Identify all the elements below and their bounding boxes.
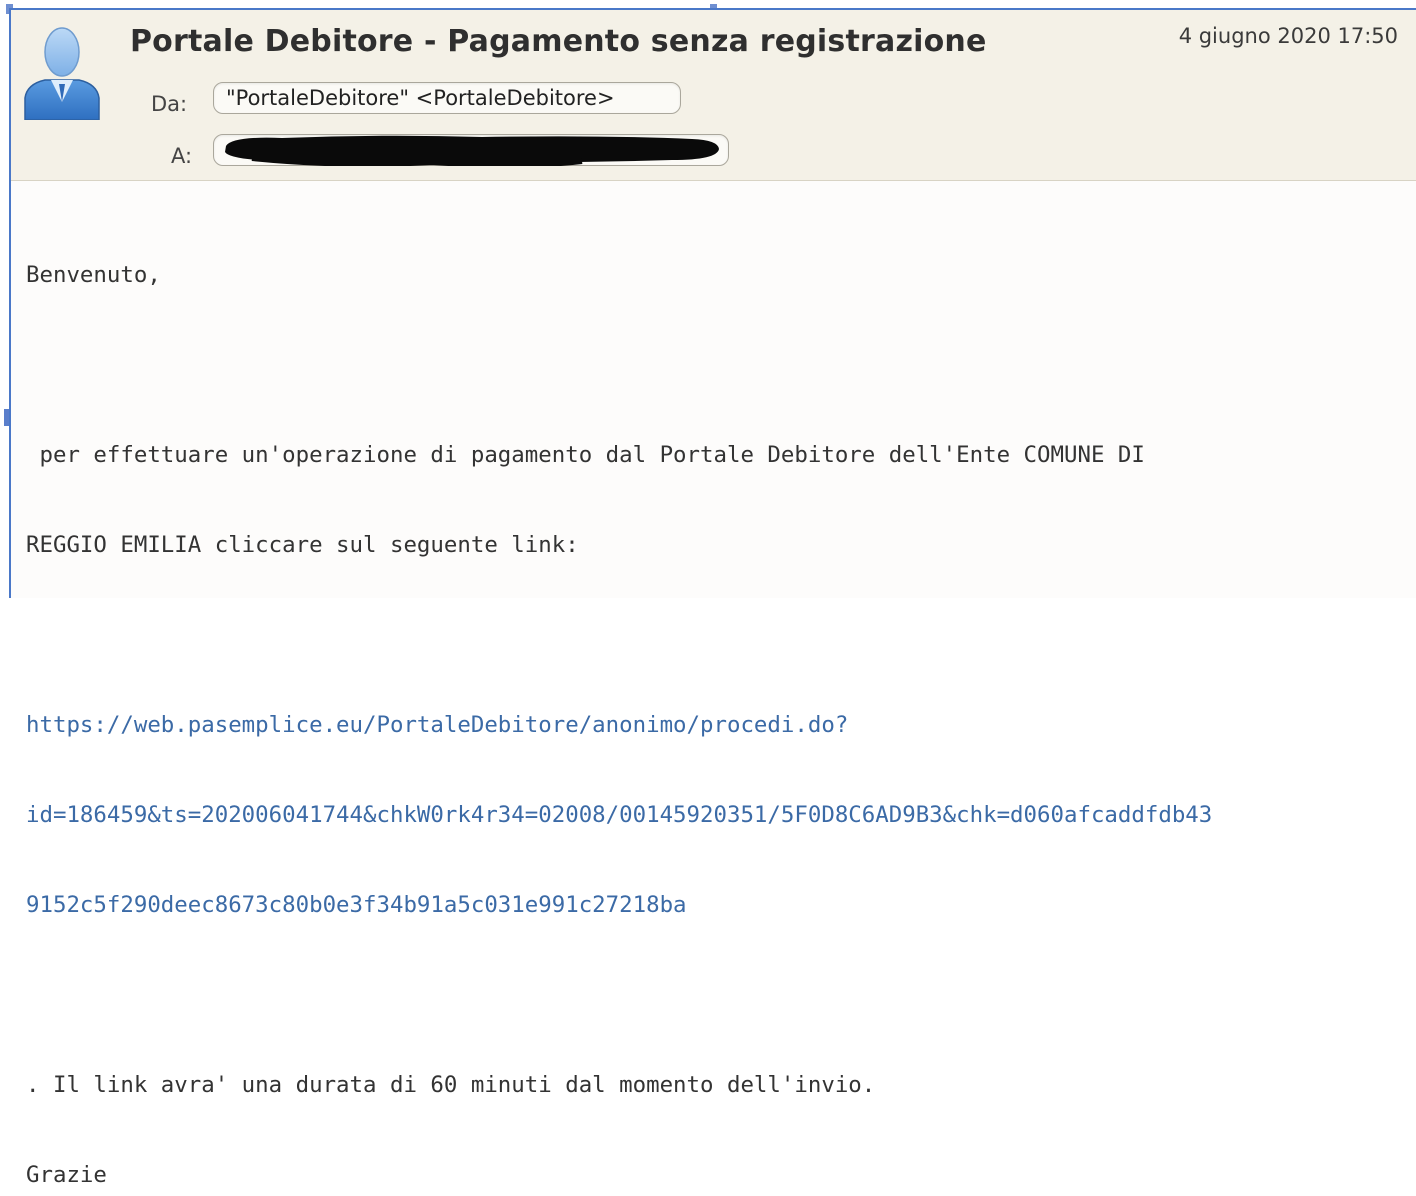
from-address-field[interactable]: "PortaleDebitore" <PortaleDebitore> xyxy=(213,82,681,114)
body-line-1: per effettuare un'operazione di pagament… xyxy=(26,442,1145,468)
email-subject: Portale Debitore - Pagamento senza regis… xyxy=(130,24,987,59)
payment-link-line-3[interactable]: 9152c5f290deec8673c80b0e3f34b91a5c031e99… xyxy=(26,890,1212,920)
payment-link-line-1[interactable]: https://web.pasemplice.eu/PortaleDebitor… xyxy=(26,710,1212,740)
redacted-recipient xyxy=(225,135,719,166)
greeting-text: Benvenuto, xyxy=(26,262,161,288)
email-body: Benvenuto, per effettuare un'operazione … xyxy=(26,200,1212,1196)
email-header: Portale Debitore - Pagamento senza regis… xyxy=(11,10,1416,181)
user-avatar-icon xyxy=(24,27,100,120)
closing-text: Grazie xyxy=(26,1162,107,1188)
body-line-2: REGGIO EMILIA cliccare sul seguente link… xyxy=(26,532,579,558)
to-address-field[interactable] xyxy=(213,134,729,166)
text-cursor-marker xyxy=(4,409,9,426)
link-duration-note: . Il link avra' una durata di 60 minuti … xyxy=(26,1072,876,1098)
to-label: A: xyxy=(171,144,193,168)
from-label: Da: xyxy=(151,92,188,116)
email-message-frame: Portale Debitore - Pagamento senza regis… xyxy=(4,8,1416,1188)
email-date: 4 giugno 2020 17:50 xyxy=(1178,24,1398,48)
payment-link-line-2[interactable]: id=186459&ts=202006041744&chkW0rk4r34=02… xyxy=(26,800,1212,830)
